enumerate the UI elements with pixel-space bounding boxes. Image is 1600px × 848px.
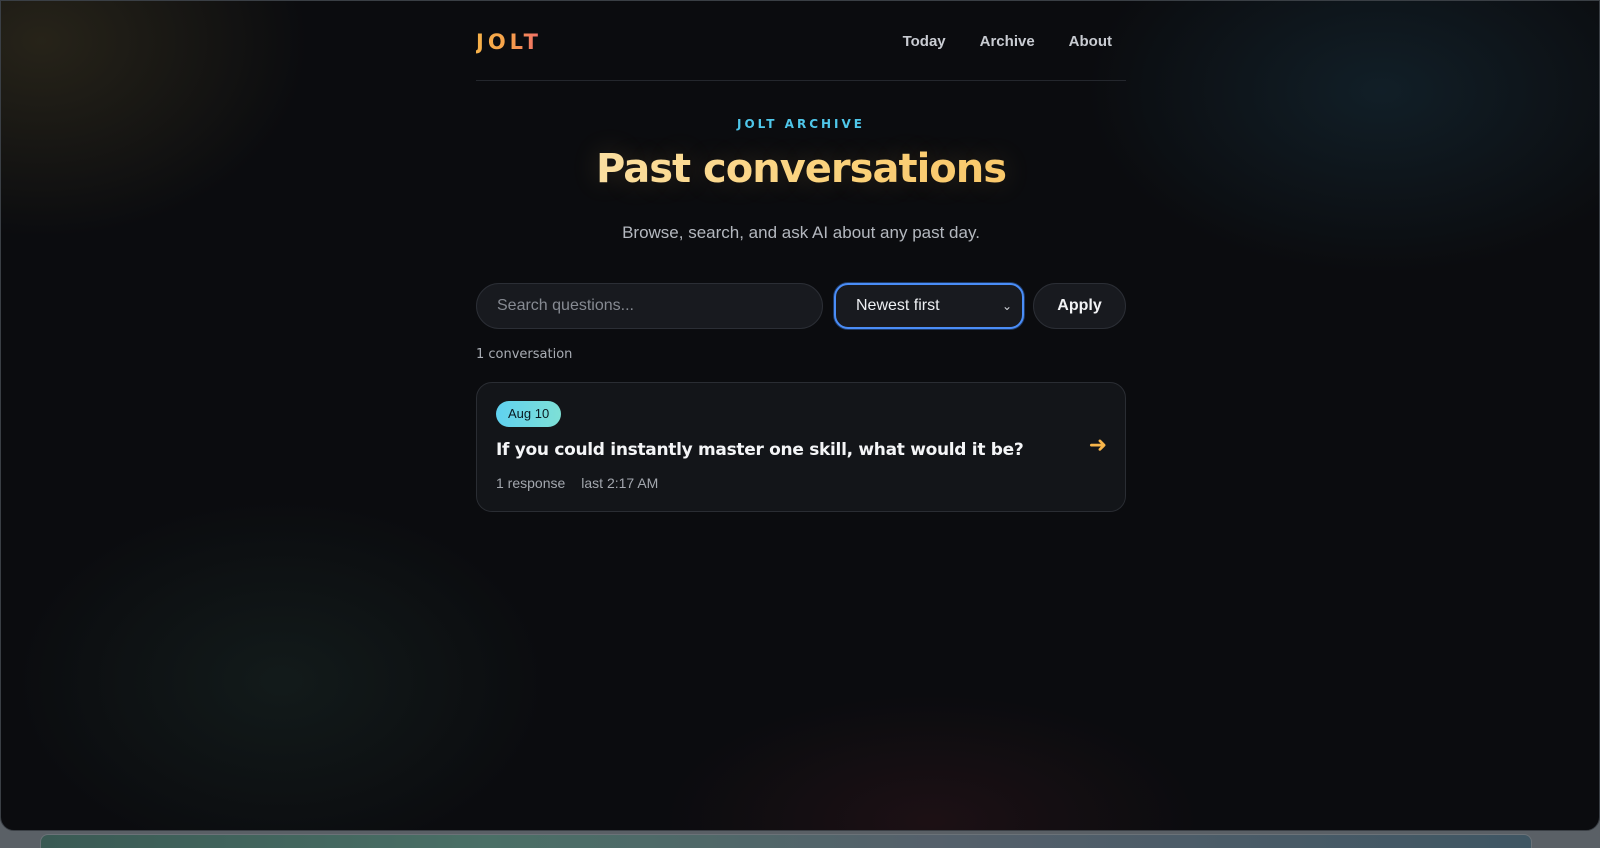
date-badge: Aug 10 bbox=[496, 401, 562, 427]
arrow-right-icon[interactable]: ➜ bbox=[1089, 433, 1107, 458]
nav-link-today[interactable]: Today bbox=[903, 33, 946, 50]
nav-link-about[interactable]: About bbox=[1069, 33, 1112, 50]
nav-links: Today Archive About bbox=[903, 33, 1112, 50]
taskbar-strip bbox=[40, 834, 1532, 848]
section-eyebrow: JOLT ARCHIVE bbox=[736, 117, 865, 131]
top-navigation: JOLT Today Archive About bbox=[476, 1, 1126, 81]
conversation-question: If you could instantly master one skill,… bbox=[496, 440, 1024, 460]
page-title: Past conversations bbox=[476, 146, 1126, 192]
sort-select-value: Newest first bbox=[856, 297, 940, 314]
chevron-down-icon: ⌄ bbox=[1001, 299, 1012, 313]
conversation-card[interactable]: Aug 10 If you could instantly master one… bbox=[476, 382, 1126, 512]
last-activity-time: last 2:17 AM bbox=[581, 475, 659, 491]
nav-link-archive[interactable]: Archive bbox=[980, 33, 1035, 50]
jolt-logo[interactable]: JOLT bbox=[476, 30, 542, 54]
results-count: 1 conversation bbox=[476, 347, 573, 362]
app-window: JOLT Today Archive About JOLT ARCHIVE Pa… bbox=[0, 0, 1600, 831]
apply-button[interactable]: Apply bbox=[1033, 283, 1126, 329]
search-input[interactable] bbox=[476, 283, 823, 329]
response-count: 1 response bbox=[496, 475, 566, 491]
sort-select[interactable]: Newest first ⌄ bbox=[834, 283, 1024, 329]
main-container: JOLT Today Archive About JOLT ARCHIVE Pa… bbox=[476, 1, 1126, 512]
filter-controls: Newest first ⌄ Apply bbox=[476, 283, 1126, 329]
conversation-meta: 1 response last 2:17 AM bbox=[496, 475, 658, 491]
page-subtitle: Browse, search, and ask AI about any pas… bbox=[622, 223, 980, 242]
